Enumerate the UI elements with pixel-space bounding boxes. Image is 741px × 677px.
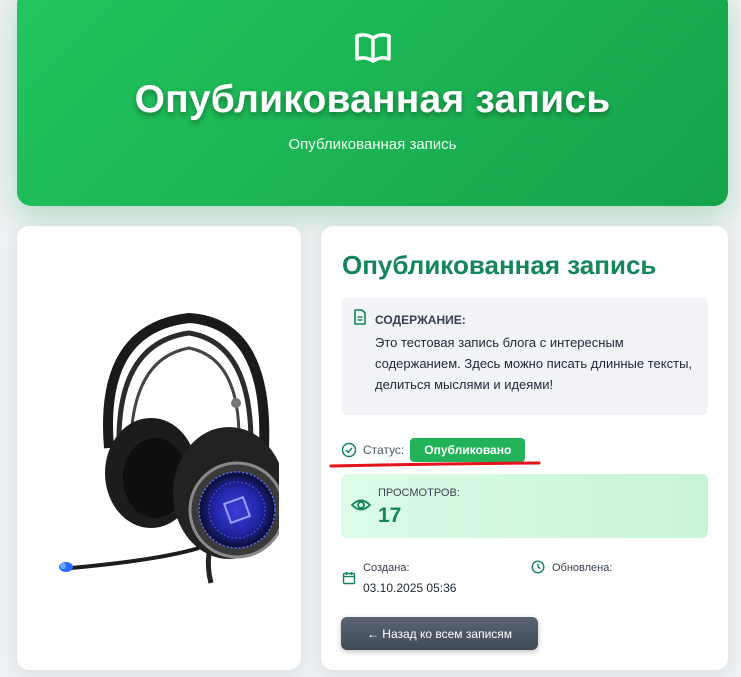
clock-icon [531, 560, 545, 574]
image-card [17, 226, 301, 670]
hero-subtitle: Опубликованная запись [288, 136, 457, 153]
views-section: ПРОСМОТРОВ: 17 [341, 474, 708, 538]
check-circle-icon [341, 442, 357, 458]
content-label: СОДЕРЖАНИЕ: [375, 313, 466, 327]
eye-icon [351, 499, 371, 511]
headset-product-image [59, 312, 279, 584]
post-details-card: Опубликованная запись СОДЕРЖАНИЕ: Это те… [321, 226, 728, 670]
back-to-posts-button[interactable]: ← Назад ко всем записям [341, 617, 538, 650]
annotation-underline [329, 461, 541, 468]
book-open-icon [355, 33, 391, 63]
post-title: Опубликованная запись [342, 250, 657, 280]
created-label: Создана: [363, 562, 410, 574]
views-count: 17 [378, 504, 402, 527]
hero-title: Опубликованная запись [134, 78, 611, 121]
created-date: 03.10.2025 05:36 [363, 581, 457, 595]
calendar-icon [342, 572, 356, 585]
content-text: Это тестовая запись блога с интересным с… [375, 335, 693, 392]
views-label: ПРОСМОТРОВ: [378, 487, 460, 499]
content-section: СОДЕРЖАНИЕ: Это тестовая запись блога с … [341, 298, 708, 415]
hero-banner: Опубликованная запись Опубликованная зап… [17, 0, 728, 206]
updated-label: Обновлена: [552, 562, 613, 574]
status-label: Статус: [363, 443, 405, 457]
document-icon [354, 309, 366, 325]
